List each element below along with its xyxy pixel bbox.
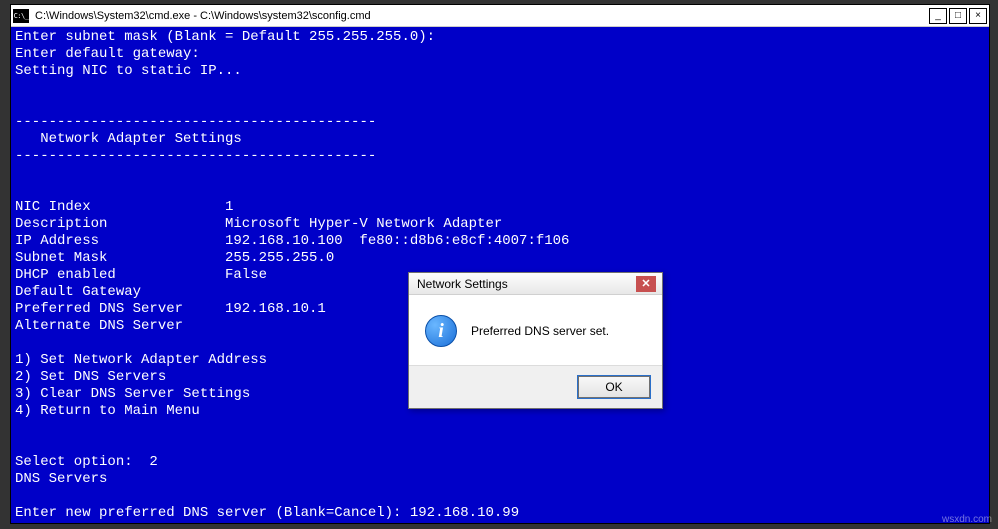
dialog-body: i Preferred DNS server set. (409, 295, 662, 365)
label-dhcp: DHCP enabled (15, 267, 225, 284)
status-setting: Setting NIC to static IP... (15, 63, 242, 79)
value-pref-dns: 192.168.10.1 (225, 301, 326, 317)
rule-top: ----------------------------------------… (15, 114, 376, 130)
prompt-newdns-label: Enter new preferred DNS server (Blank=Ca… (15, 505, 410, 521)
info-icon-glyph: i (438, 320, 444, 343)
menu-item-2: 2) Set DNS Servers (15, 369, 166, 385)
label-alt-dns: Alternate DNS Server (15, 318, 225, 335)
info-icon: i (425, 315, 457, 347)
value-nic-index: 1 (225, 199, 233, 215)
close-icon: × (975, 10, 981, 21)
console-window: C:\_ C:\Windows\System32\cmd.exe - C:\Wi… (10, 4, 990, 524)
dns-heading: DNS Servers (15, 471, 107, 487)
menu-item-3: 3) Clear DNS Server Settings (15, 386, 250, 402)
dialog-title: Network Settings (417, 277, 636, 291)
cmd-icon: C:\_ (13, 9, 29, 23)
titlebar: C:\_ C:\Windows\System32\cmd.exe - C:\Wi… (11, 5, 989, 27)
value-ip: 192.168.10.100 fe80::d8b6:e8cf:4007:f106 (225, 233, 569, 249)
menu-item-1: 1) Set Network Adapter Address (15, 352, 267, 368)
rule-bottom: ----------------------------------------… (15, 148, 376, 164)
window-buttons: _ □ × (929, 8, 987, 24)
prompt-subnet: Enter subnet mask (Blank = Default 255.2… (15, 29, 435, 45)
window-title: C:\Windows\System32\cmd.exe - C:\Windows… (35, 10, 929, 22)
ok-button[interactable]: OK (578, 376, 650, 398)
cmd-icon-glyph: C:\_ (14, 12, 29, 20)
dialog-close-button[interactable]: ✕ (636, 276, 656, 292)
prompt-newdns-value: 192.168.10.99 (410, 505, 519, 521)
menu-item-4: 4) Return to Main Menu (15, 403, 200, 419)
close-icon: ✕ (641, 277, 650, 290)
label-gateway: Default Gateway (15, 284, 225, 301)
field-ip: IP Address192.168.10.100 fe80::d8b6:e8cf… (15, 233, 985, 250)
label-subnet: Subnet Mask (15, 250, 225, 267)
maximize-button[interactable]: □ (949, 8, 967, 24)
label-ip: IP Address (15, 233, 225, 250)
dialog-titlebar: Network Settings ✕ (409, 273, 662, 295)
value-description: Microsoft Hyper-V Network Adapter (225, 216, 502, 232)
field-description: DescriptionMicrosoft Hyper-V Network Ada… (15, 216, 985, 233)
label-description: Description (15, 216, 225, 233)
dialog-network-settings: Network Settings ✕ i Preferred DNS serve… (408, 272, 663, 409)
minimize-button[interactable]: _ (929, 8, 947, 24)
select-value: 2 (149, 454, 157, 470)
close-button[interactable]: × (969, 8, 987, 24)
value-subnet: 255.255.255.0 (225, 250, 334, 266)
label-nic-index: NIC Index (15, 199, 225, 216)
section-title: Network Adapter Settings (15, 131, 242, 147)
field-nic-index: NIC Index1 (15, 199, 985, 216)
dialog-footer: OK (409, 365, 662, 408)
minimize-icon: _ (935, 10, 941, 21)
select-label: Select option: (15, 454, 149, 470)
field-subnet: Subnet Mask255.255.255.0 (15, 250, 985, 267)
label-pref-dns: Preferred DNS Server (15, 301, 225, 318)
ok-button-label: OK (605, 380, 622, 394)
value-dhcp: False (225, 267, 267, 283)
dialog-message: Preferred DNS server set. (471, 324, 609, 338)
maximize-icon: □ (955, 10, 961, 21)
watermark: wsxdn.com (942, 514, 992, 525)
prompt-gateway: Enter default gateway: (15, 46, 200, 62)
